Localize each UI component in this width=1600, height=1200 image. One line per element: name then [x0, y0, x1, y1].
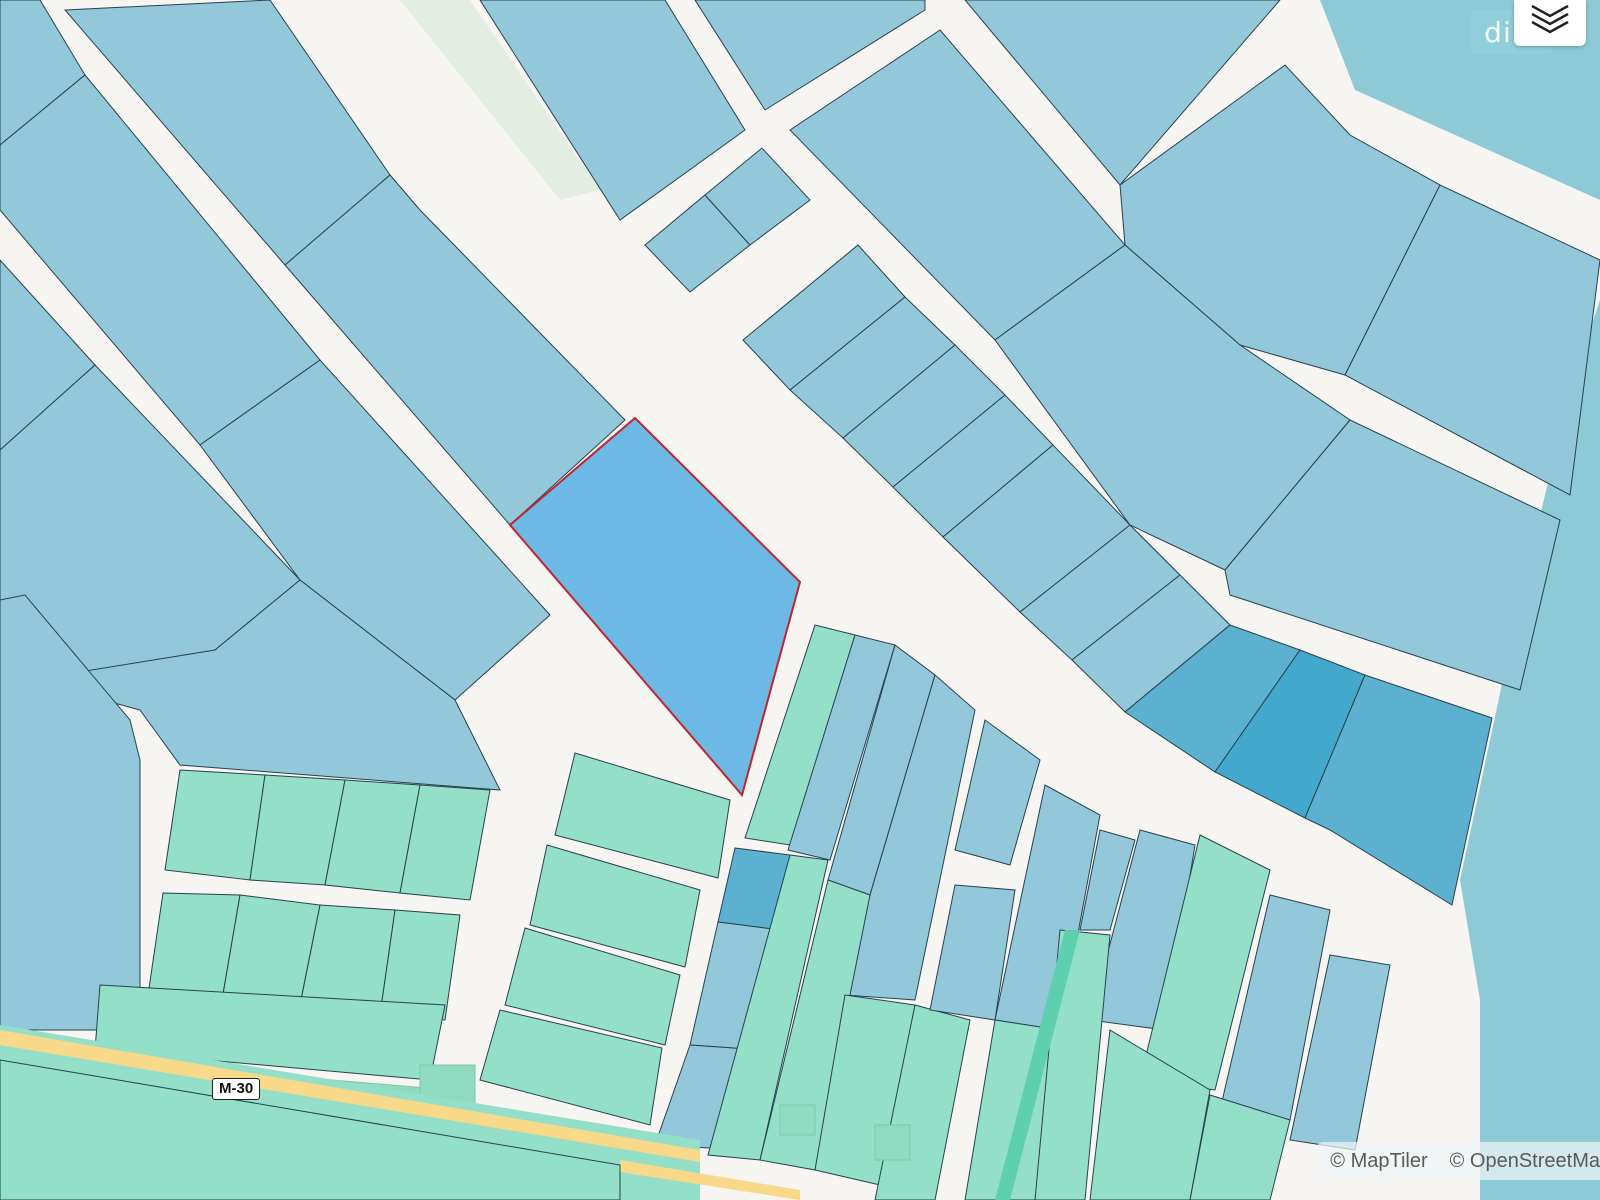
attribution-osm-link[interactable]: © OpenStreetMa — [1450, 1150, 1600, 1173]
layers-icon — [1531, 4, 1569, 34]
road-shield: M-30 — [212, 1078, 261, 1100]
layers-button[interactable] — [1514, 0, 1586, 46]
building — [779, 1104, 816, 1136]
attribution-maptiler-link[interactable]: © MapTiler — [1330, 1150, 1427, 1173]
building — [874, 1124, 911, 1161]
map-canvas[interactable] — [0, 0, 1600, 1200]
map-attribution: © MapTiler © OpenStreetMa — [1316, 1142, 1600, 1180]
parcel[interactable] — [164, 769, 266, 881]
